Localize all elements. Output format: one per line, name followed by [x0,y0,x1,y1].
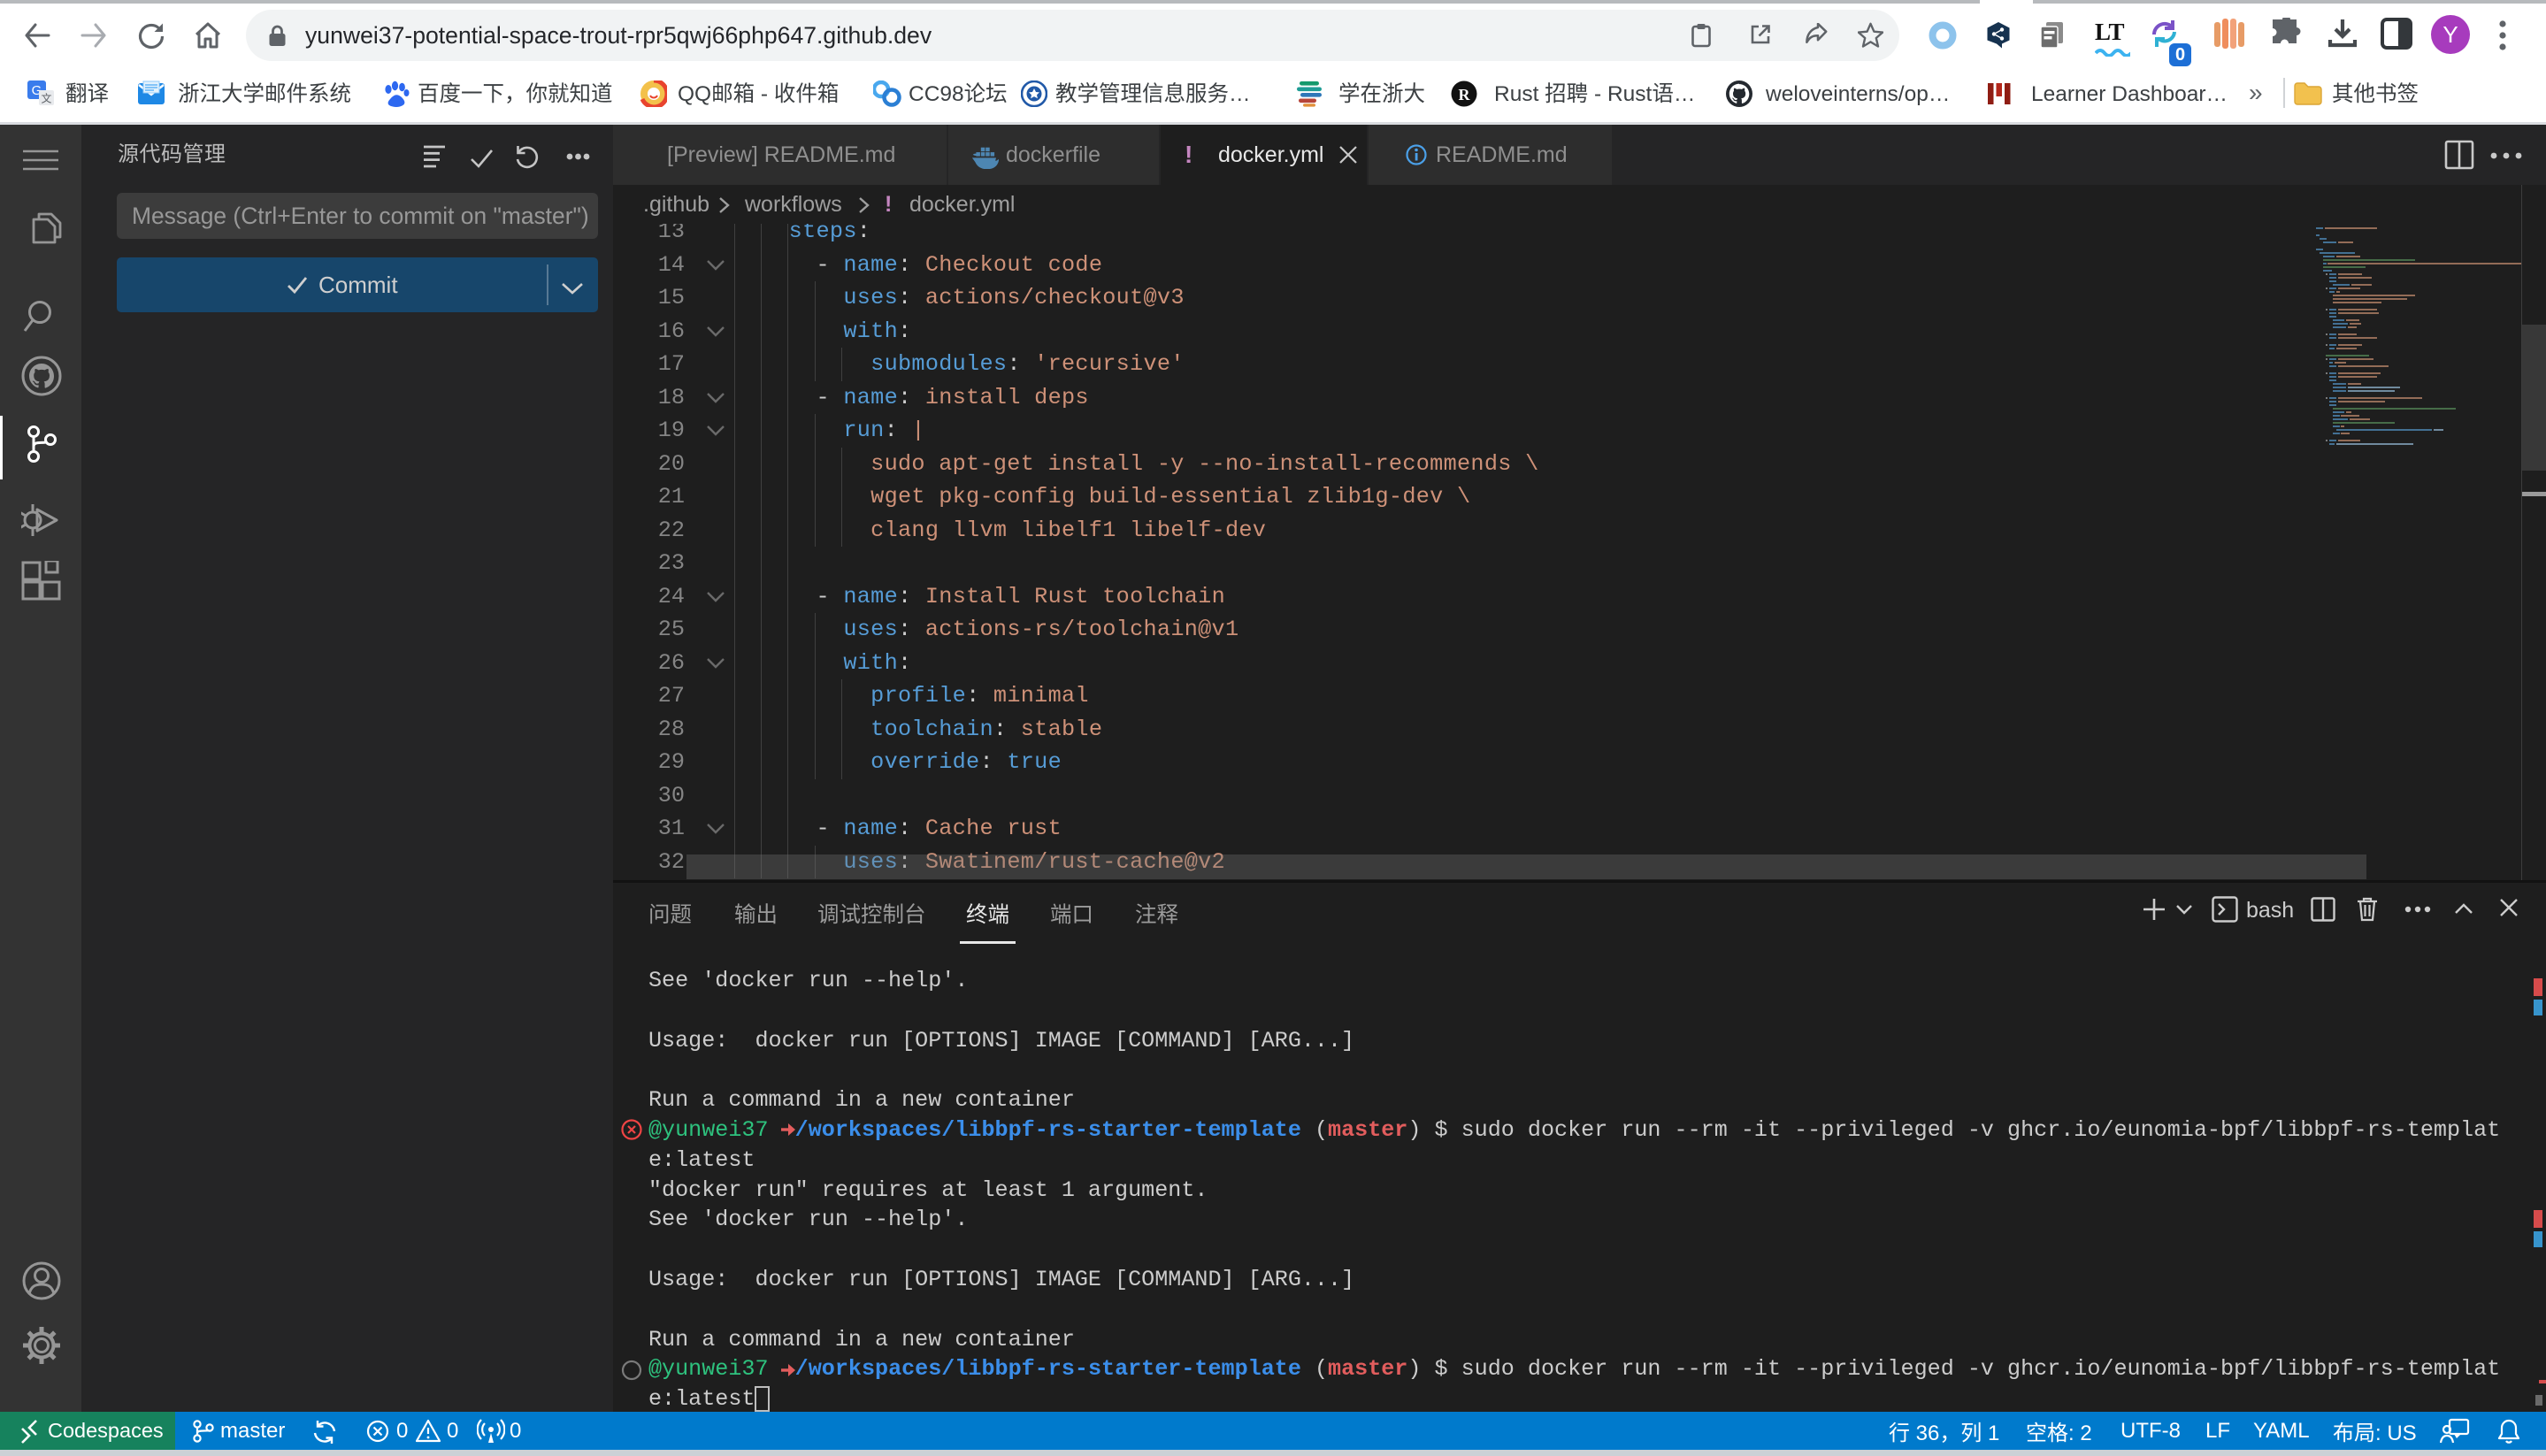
svg-text:文: 文 [41,91,51,106]
svg-text:R: R [1459,86,1471,103]
